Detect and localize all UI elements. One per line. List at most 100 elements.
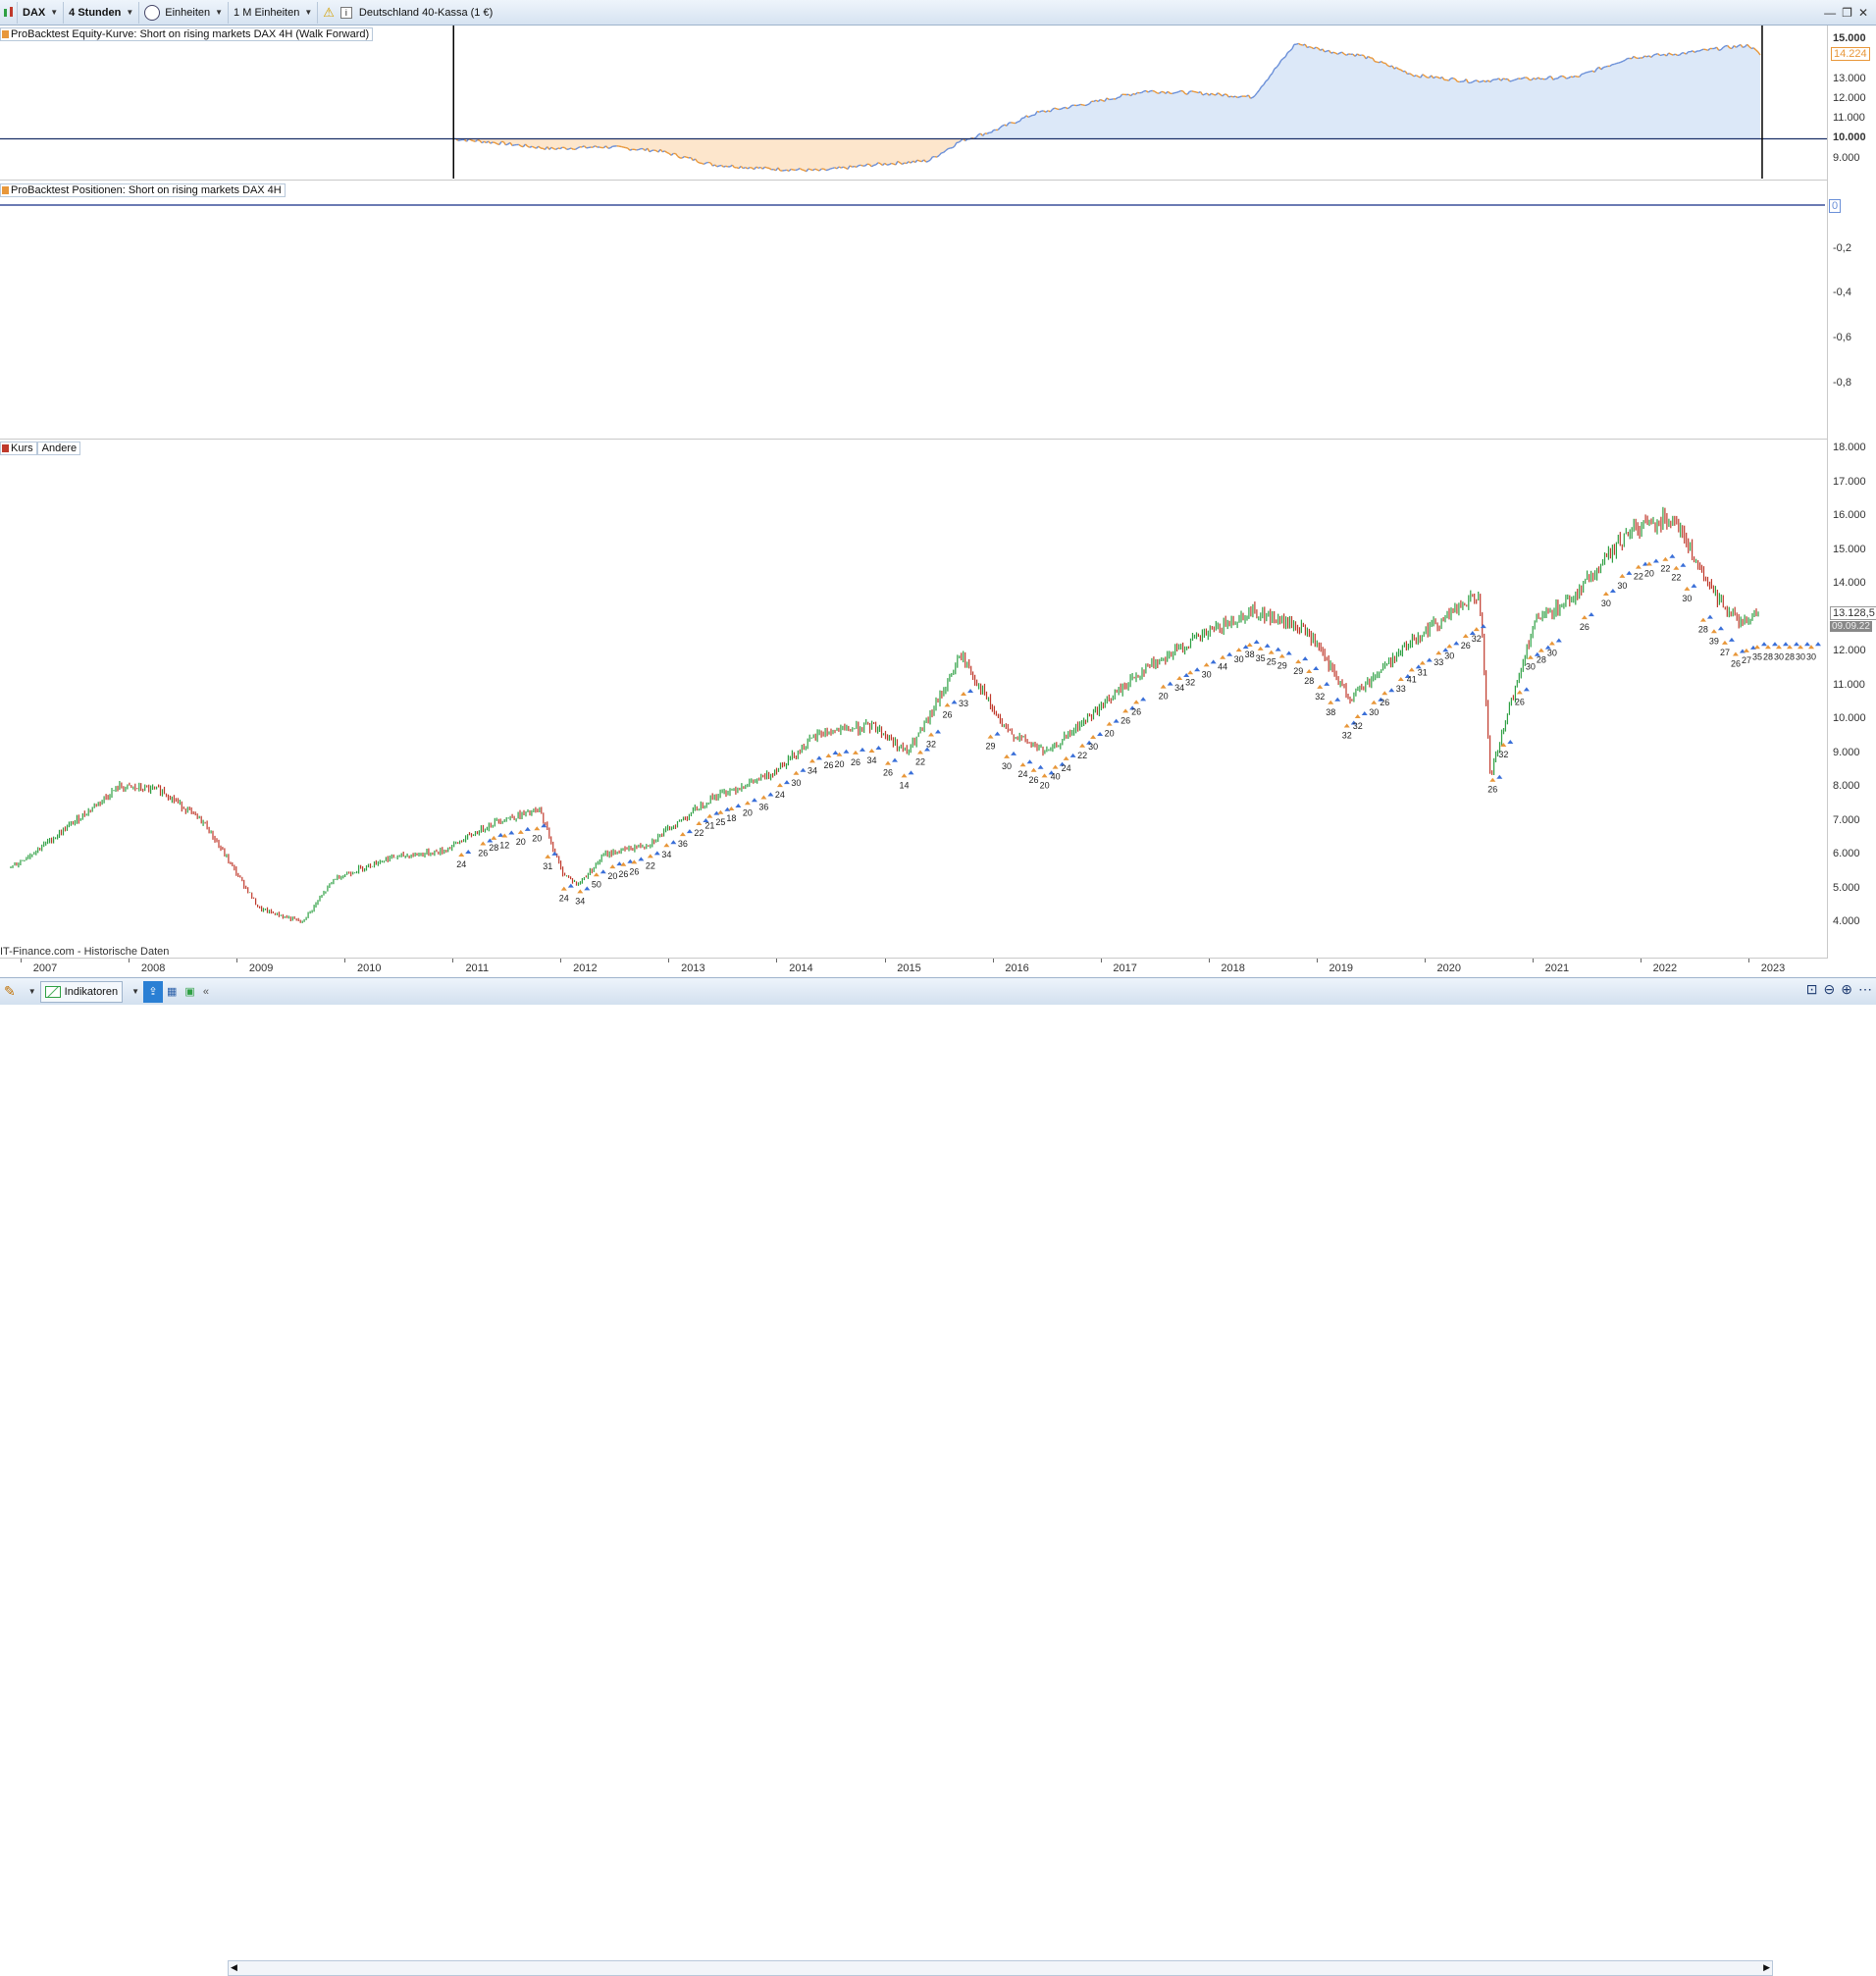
x-axis-year-label: 2023 [1761, 962, 1785, 974]
trade-duration-label: 35 [1752, 651, 1762, 661]
x-axis-tick [21, 959, 22, 962]
equity-line-segment [1030, 115, 1032, 116]
drawing-tools-dropdown[interactable]: ▼ [20, 981, 40, 1003]
tab-andere[interactable]: Andere [37, 442, 80, 455]
info-icon[interactable]: i [340, 7, 352, 19]
equity-line-segment [765, 167, 767, 168]
trade-entry-arrow [809, 758, 815, 762]
equity-line-segment [826, 170, 828, 171]
indicators-dropdown[interactable]: ▼ [123, 981, 143, 1003]
more-options-icon[interactable]: ⋯ [1858, 981, 1872, 998]
trade-entry-arrow [1295, 659, 1301, 663]
top-toolbar: DAX▼ 4 Stunden▼ Einheiten▼ 1 M Einheiten… [0, 0, 1876, 26]
equity-line-segment [1453, 78, 1455, 79]
scroll-left-icon[interactable]: ◀ [231, 1962, 237, 1973]
last-price-tag: 13.128,5 [1830, 606, 1876, 620]
equity-line-segment [1605, 66, 1607, 67]
trade-exit-arrow [1302, 656, 1308, 660]
trade-duration-label: 30 [1234, 654, 1244, 664]
equity-y-tick: 12.000 [1833, 92, 1866, 104]
equity-line-segment [687, 157, 689, 158]
trade-entry-arrow [1187, 670, 1193, 674]
price-y-tick: 6.000 [1833, 848, 1860, 859]
trade-exit-arrow [800, 768, 806, 772]
minimize-icon[interactable]: — [1824, 6, 1836, 20]
trade-exit-arrow [1718, 626, 1724, 630]
indicator-chart-icon [45, 986, 61, 998]
trade-duration-label: 22 [646, 860, 655, 870]
clock-icon [144, 5, 160, 21]
trade-duration-label: 25 [715, 817, 725, 827]
layout-icon[interactable]: ▦ [163, 981, 181, 1003]
export-icon[interactable]: ▣ [181, 981, 198, 1003]
equity-line-segment [478, 140, 480, 141]
trade-exit-arrow [568, 884, 574, 888]
equity-line-segment [1471, 82, 1473, 83]
x-axis-year-label: 2020 [1437, 962, 1461, 974]
warning-icon[interactable]: ⚠ [323, 5, 335, 21]
close-icon[interactable]: ✕ [1858, 6, 1868, 20]
zoom-in-icon[interactable]: ⊕ [1841, 981, 1852, 998]
equity-line-segment [841, 167, 843, 168]
equity-line-segment [587, 147, 589, 148]
trade-exit-arrow [843, 750, 849, 754]
trade-entry-arrow [648, 854, 653, 858]
trade-entry-arrow [609, 864, 615, 868]
chart-type-icon[interactable] [0, 2, 18, 24]
equity-panel-title[interactable]: ProBacktest Equity-Kurve: Short on risin… [0, 27, 373, 41]
scroll-right-icon[interactable]: ▶ [1763, 1962, 1770, 1973]
trade-duration-label: 26 [1515, 697, 1525, 706]
x-axis-tick [776, 959, 777, 962]
equity-line-segment [1251, 97, 1253, 98]
trade-exit-arrow [1194, 667, 1200, 671]
trade-exit-arrow [465, 850, 471, 854]
trade-duration-label: 33 [959, 699, 968, 708]
trade-duration-label: 26 [883, 768, 893, 778]
symbol-selector[interactable]: DAX▼ [18, 2, 64, 24]
indicators-button[interactable]: Indikatoren [40, 981, 123, 1003]
equity-line-segment [878, 163, 880, 164]
tab-kurs[interactable]: Kurs [0, 442, 37, 455]
equity-y-tick: 11.000 [1833, 112, 1865, 124]
horizontal-scrollbar[interactable]: ◀ ▶ [228, 1960, 1773, 1976]
trade-exit-arrow [1027, 759, 1033, 763]
trade-duration-label: 41 [1407, 674, 1417, 684]
positions-swatch [2, 186, 9, 194]
equity-line-segment [599, 147, 601, 148]
share-icon[interactable]: ⇪ [143, 981, 163, 1003]
panel-divider[interactable] [0, 439, 1827, 440]
units-count-selector[interactable]: 1 M Einheiten▼ [229, 2, 318, 24]
equity-line-segment [1377, 62, 1379, 63]
trade-duration-label: 38 [1326, 707, 1335, 717]
trade-exit-arrow [752, 798, 757, 802]
collapse-left-icon[interactable]: « [199, 981, 213, 1003]
trade-entry-arrow [1435, 650, 1441, 654]
positions-panel-title[interactable]: ProBacktest Positionen: Short on rising … [0, 183, 286, 197]
equity-line-segment [1360, 55, 1362, 56]
equity-line-segment [1083, 105, 1085, 106]
zoom-fit-icon[interactable]: ⊡ [1806, 981, 1818, 998]
trade-entry-arrow [706, 814, 712, 818]
zoom-out-icon[interactable]: ⊖ [1824, 981, 1836, 998]
equity-line-segment [1566, 78, 1568, 79]
trade-entry-arrow [1269, 650, 1275, 654]
x-axis-tick [1101, 959, 1102, 962]
equity-line-segment [1231, 96, 1233, 97]
chart-area[interactable]: 2426281220203124345020262622343622212518… [0, 26, 1876, 977]
trade-duration-label: 30 [1796, 651, 1805, 661]
equity-line-segment [637, 150, 639, 151]
trade-duration-label: 20 [834, 759, 844, 769]
restore-icon[interactable]: ❐ [1842, 6, 1852, 20]
equity-line-segment [1560, 76, 1562, 77]
trade-duration-label: 20 [607, 871, 617, 881]
x-axis-tick [560, 959, 561, 962]
timeframe-selector[interactable]: 4 Stunden▼ [64, 2, 139, 24]
x-axis-year-label: 2021 [1545, 962, 1569, 974]
trade-duration-label: 27 [1742, 655, 1751, 665]
panel-divider[interactable] [0, 180, 1827, 181]
units-mode-selector[interactable]: Einheiten▼ [139, 2, 229, 24]
drawing-tools-icon[interactable]: ✎ [0, 981, 20, 1003]
x-axis-tick [236, 959, 237, 962]
trade-duration-label: 30 [1547, 648, 1557, 657]
chevron-down-icon: ▼ [215, 8, 223, 17]
